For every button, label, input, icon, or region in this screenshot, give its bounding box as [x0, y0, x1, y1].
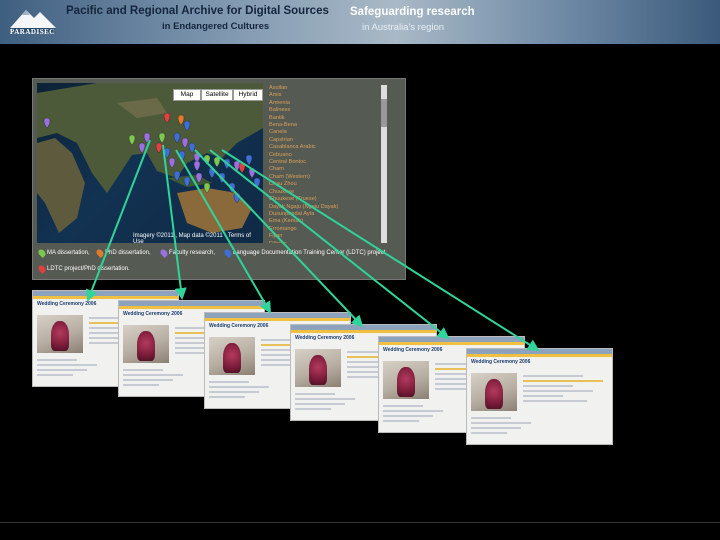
connector-arrow: [162, 144, 187, 300]
connector-arrow: [175, 149, 272, 314]
connector-arrow: [221, 149, 540, 352]
connector-arrow: [86, 139, 151, 302]
connector-arrow: [194, 149, 364, 328]
connector-arrow: [209, 149, 450, 340]
footer-rule: [0, 522, 720, 523]
connector-arrows: [86, 139, 540, 352]
